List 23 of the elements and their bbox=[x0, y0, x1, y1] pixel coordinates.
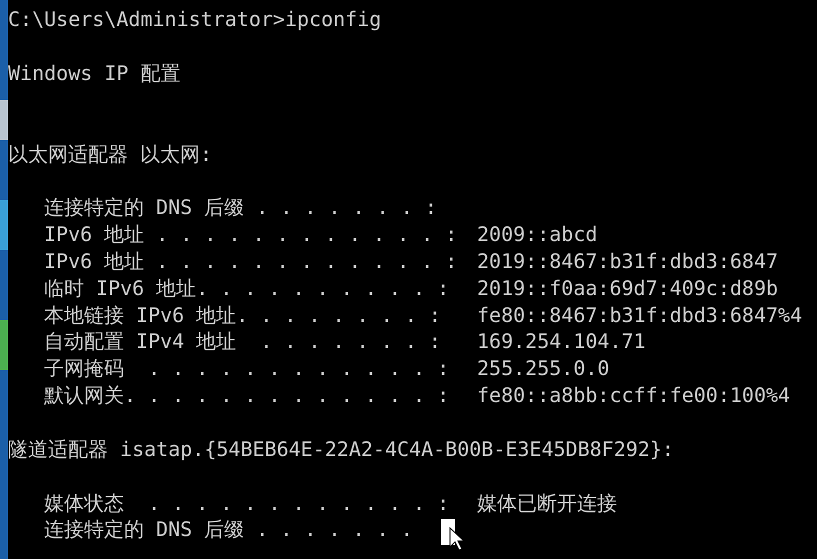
entry-label: 连接特定的 DNS 后缀 . . . . . . . : bbox=[44, 194, 437, 222]
entry-value: 169.254.104.71 bbox=[477, 328, 646, 356]
entry-label: 子网掩码 . . . . . . . . . . . . : bbox=[44, 355, 450, 382]
entry-value: 2009::abcd bbox=[477, 221, 598, 248]
entry-value: 2019::8467:b31f:dbd3:6847 bbox=[477, 248, 778, 275]
entry-label: IPv6 地址 . . . . . . . . . . . . : bbox=[44, 248, 458, 275]
section-heading: Windows IP 配置 bbox=[8, 60, 180, 87]
entry-value: fe80::a8bb:ccff:fe00:100%4 bbox=[477, 382, 790, 409]
command-line: C:\Users\Administrator>ipconfig bbox=[8, 6, 382, 33]
entry-label: 默认网关. . . . . . . . . . . . . : bbox=[44, 382, 450, 409]
mouse-pointer-icon bbox=[449, 527, 465, 551]
entry-value: fe80::8467:b31f:dbd3:6847%4 bbox=[477, 302, 802, 328]
entry-value: 2019::f0aa:69d7:409c:d89b bbox=[477, 274, 778, 302]
adapter-title: 以太网适配器 以太网: bbox=[8, 140, 212, 168]
entry-value: 媒体已断开连接 bbox=[477, 490, 617, 516]
entry-label: IPv6 地址 . . . . . . . . . . . . : bbox=[44, 221, 458, 248]
entry-label: 本地链接 IPv6 地址. . . . . . . . : bbox=[44, 302, 441, 328]
entry-label: 连接特定的 DNS 后缀 . . . . . . . bbox=[44, 516, 413, 544]
adapter-title: 隧道适配器 isatap.{54BEB64E-22A2-4C4A-B00B-E3E45DB8F292}: bbox=[8, 436, 674, 463]
entry-label: 临时 IPv6 地址. . . . . . . . . . : bbox=[44, 274, 450, 302]
entry-value: 255.255.0.0 bbox=[477, 355, 610, 382]
entry-label: 自动配置 IPv4 地址 . . . . . . . : bbox=[44, 328, 441, 356]
entry-label: 媒体状态 . . . . . . . . . . . . : bbox=[44, 490, 450, 516]
